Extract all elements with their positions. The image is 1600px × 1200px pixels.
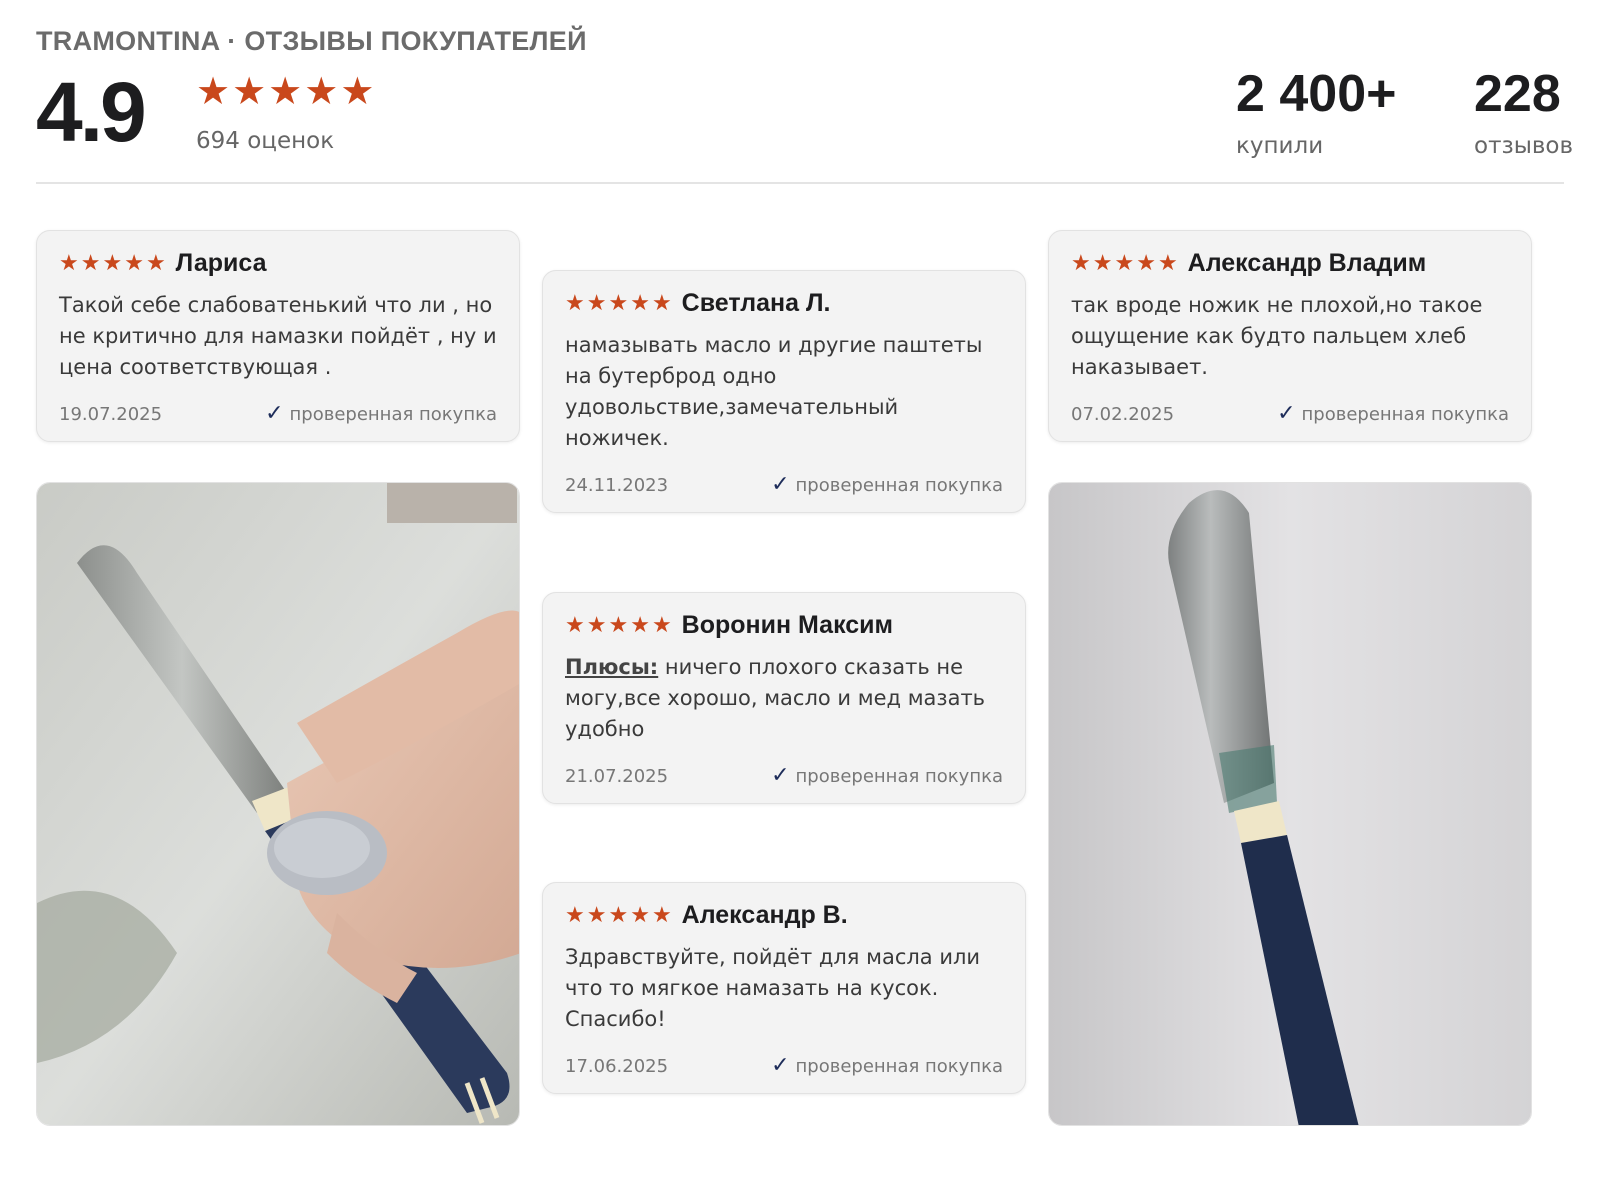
review-stars: ★ ★ ★ ★ ★	[565, 290, 672, 316]
check-icon: ✓	[1277, 401, 1296, 426]
review-stars: ★ ★ ★ ★ ★	[1071, 250, 1178, 276]
star-icon: ★	[340, 69, 375, 113]
check-icon: ✓	[265, 401, 284, 426]
star-icon: ★	[268, 69, 303, 113]
review-date: 19.07.2025	[59, 403, 163, 425]
review-author: Александр В.	[681, 901, 848, 929]
review-author: Александр Владим	[1187, 249, 1427, 277]
rating-value: 4.9	[36, 65, 147, 159]
star-icon: ★	[565, 612, 585, 638]
star-icon: ★	[1071, 250, 1091, 276]
review-text: Такой себе слабоватенький что ли , но не…	[59, 293, 497, 379]
brand-title: TRAMONTINA · ОТЗЫВЫ ПОКУПАТЕЛЕЙ	[36, 26, 587, 56]
star-icon: ★	[651, 612, 672, 638]
review-card: ★ ★ ★ ★ ★ Александр Владим так вроде ножик н…	[1048, 230, 1532, 442]
star-icon: ★	[196, 69, 231, 113]
stat-bought: 2 400+ купили	[1236, 65, 1397, 160]
stat-bought-label: купили	[1236, 133, 1324, 160]
star-icon: ★	[630, 612, 650, 638]
verified-label: проверенная покупка	[795, 474, 1003, 496]
check-icon: ✓	[771, 763, 790, 788]
star-icon: ★	[304, 69, 339, 113]
stat-bought-value: 2 400+	[1236, 65, 1397, 123]
star-icon: ★	[651, 290, 672, 316]
review-card: ★ ★ ★ ★ ★ Воронин Максим Плюсы: ничего плохо…	[542, 592, 1026, 804]
star-icon: ★	[145, 250, 166, 276]
review-date: 24.11.2023	[565, 474, 669, 496]
review-author: Светлана Л.	[681, 289, 831, 317]
review-stars: ★ ★ ★ ★ ★	[59, 250, 166, 276]
review-stars: ★ ★ ★ ★ ★	[565, 612, 672, 638]
review-text: намазывать масло и другие паштеты на бут…	[565, 333, 983, 450]
star-icon: ★	[59, 250, 79, 276]
verified-badge: ✓ проверенная покупка	[771, 765, 1003, 787]
star-icon: ★	[608, 902, 629, 928]
review-text: так вроде ножик не плохой,но такое ощуще…	[1071, 293, 1483, 379]
star-icon: ★	[586, 902, 607, 928]
star-icon: ★	[565, 902, 585, 928]
review-photo[interactable]	[36, 482, 520, 1126]
review-author: Воронин Максим	[681, 611, 894, 639]
stat-reviews-value: 228	[1474, 65, 1561, 123]
review-date: 21.07.2025	[565, 765, 669, 787]
star-icon: ★	[608, 612, 629, 638]
star-icon: ★	[586, 612, 607, 638]
review-author: Лариса	[175, 249, 267, 277]
verified-label: проверенная покупка	[1301, 403, 1509, 425]
header-divider	[36, 182, 1564, 184]
review-card: ★ ★ ★ ★ ★ Лариса Такой себе слабоватенький ч…	[36, 230, 520, 442]
verified-badge: ✓ проверенная покупка	[265, 403, 497, 425]
verified-label: проверенная покупка	[795, 1055, 1003, 1077]
review-card: ★ ★ ★ ★ ★ Александр В. Здравствуйте, пойдёт …	[542, 882, 1026, 1094]
review-photo[interactable]	[1048, 482, 1532, 1126]
star-icon: ★	[124, 250, 144, 276]
check-icon: ✓	[771, 1053, 790, 1078]
star-icon: ★	[608, 290, 629, 316]
stat-reviews: 228 отзывов	[1474, 65, 1574, 160]
star-icon: ★	[1157, 250, 1178, 276]
ratings-count: 694 оценок	[196, 128, 335, 154]
star-icon: ★	[630, 902, 650, 928]
reviews-header: TRAMONTINA · ОТЗЫВЫ ПОКУПАТЕЛЕЙ 4.9 ★ ★ …	[36, 26, 1573, 159]
star-icon: ★	[1114, 250, 1135, 276]
verified-badge: ✓ проверенная покупка	[1277, 403, 1509, 425]
star-icon: ★	[586, 290, 607, 316]
pros-label: Плюсы:	[565, 655, 659, 679]
stat-reviews-label: отзывов	[1474, 133, 1574, 160]
verified-label: проверенная покупка	[795, 765, 1003, 787]
star-icon: ★	[1136, 250, 1156, 276]
verified-badge: ✓ проверенная покупка	[771, 474, 1003, 496]
review-date: 07.02.2025	[1071, 403, 1175, 425]
star-icon: ★	[232, 69, 267, 113]
review-text: Плюсы: ничего плохого сказать не могу,вс…	[565, 652, 1003, 745]
verified-badge: ✓ проверенная покупка	[771, 1055, 1003, 1077]
review-text: Здравствуйте, пойдёт для масла или что т…	[565, 945, 981, 1031]
star-icon: ★	[102, 250, 123, 276]
verified-label: проверенная покупка	[289, 403, 497, 425]
review-date: 17.06.2025	[565, 1055, 669, 1077]
check-icon: ✓	[771, 472, 790, 497]
review-stars: ★ ★ ★ ★ ★	[565, 902, 672, 928]
rating-stars: ★ ★ ★ ★ ★	[196, 72, 374, 110]
star-icon: ★	[630, 290, 650, 316]
star-icon: ★	[651, 902, 672, 928]
star-icon: ★	[80, 250, 101, 276]
review-card: ★ ★ ★ ★ ★ Светлана Л. намазывать масло и дру…	[542, 270, 1026, 513]
star-icon: ★	[1092, 250, 1113, 276]
star-icon: ★	[565, 290, 585, 316]
